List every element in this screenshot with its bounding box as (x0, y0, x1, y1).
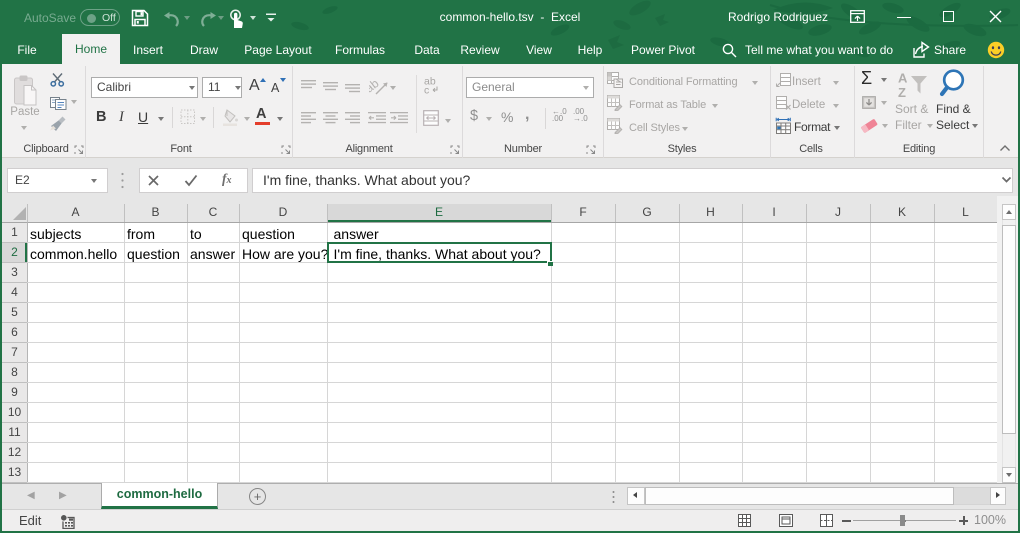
svg-text:A: A (898, 71, 908, 86)
svg-text:c: c (424, 85, 429, 95)
svg-text:ab: ab (369, 77, 382, 95)
svg-text:Z: Z (898, 85, 906, 100)
